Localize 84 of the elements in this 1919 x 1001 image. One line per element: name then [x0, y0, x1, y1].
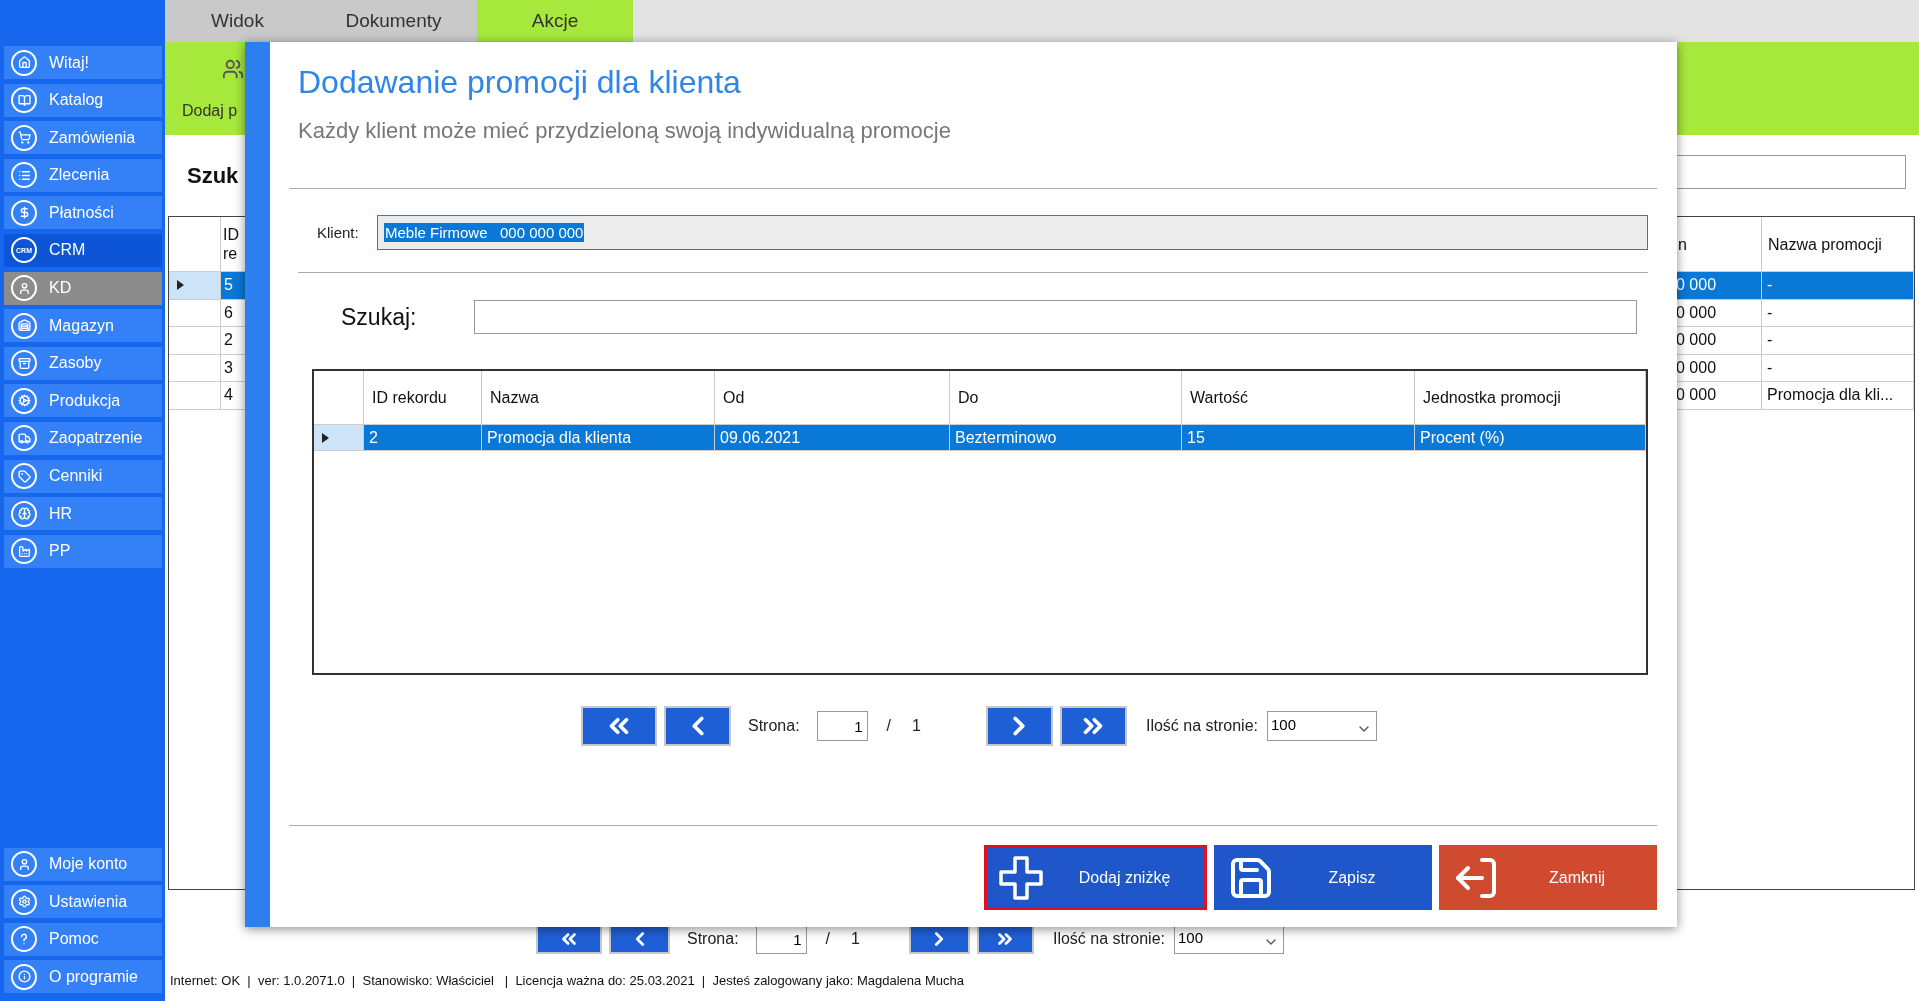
table-cell[interactable]: Promocja dla klienta: [482, 425, 715, 451]
sidebar-item[interactable]: Moje konto: [4, 847, 162, 881]
sidebar-item[interactable]: PP: [4, 534, 162, 568]
sidebar-item[interactable]: Produkcja: [4, 384, 162, 418]
row-pointer-icon: [322, 432, 329, 443]
per-page-label: Ilość na stronie:: [1145, 717, 1258, 735]
book-icon: [11, 87, 37, 114]
dialog-title: Dodawanie promocji dla klienta: [298, 63, 742, 102]
table-cell: 0 000: [1676, 272, 1762, 300]
page-field[interactable]: 1: [816, 711, 868, 741]
per-page-label: Ilość na stronie:: [1052, 930, 1165, 948]
truck-icon: [11, 425, 37, 452]
client-label: Klient:: [317, 224, 360, 241]
table-cell: -: [1762, 327, 1914, 355]
plus-icon: [997, 853, 1045, 902]
sidebar-item[interactable]: O programie: [4, 960, 162, 994]
search-label: Szukaj:: [341, 303, 418, 331]
table-cell[interactable]: 2: [364, 425, 482, 451]
table-cell: 0 000: [1676, 382, 1762, 410]
status-text: Internet: OK | ver: 1.0.2071.0 | Stanowisko: Właściciel | Licencja ważna do: 25.03.2021 | Jesteś zalogowany jako: Magdalena Mucha: [170, 973, 964, 988]
client-field[interactable]: Meble Firmowe 000 000 000: [377, 215, 1648, 250]
menu-tab[interactable]: Akcje: [477, 0, 633, 42]
add-discount-button[interactable]: Dodaj zniżkę: [984, 845, 1207, 910]
sidebar-item[interactable]: Płatności: [4, 196, 162, 230]
sidebar-item[interactable]: Pomoc: [4, 922, 162, 956]
table-cell[interactable]: Bezterminowo: [950, 425, 1182, 451]
page-total: 1: [912, 717, 921, 735]
sidebar-item[interactable]: Zamówienia: [4, 121, 162, 155]
gear-icon: [11, 387, 37, 414]
sidebar-item[interactable]: Cenniki: [4, 459, 162, 493]
list-icon: [11, 162, 37, 189]
settings-icon: [11, 888, 37, 915]
search-field[interactable]: [474, 300, 1637, 334]
page-separator: /: [825, 930, 831, 948]
table-cell: 5: [221, 272, 246, 300]
close-button[interactable]: Zamknij: [1439, 845, 1657, 910]
previous-page-button[interactable]: [664, 706, 731, 746]
table-cell[interactable]: 15: [1182, 425, 1415, 451]
ribbon-action-label[interactable]: Dodaj p: [182, 102, 238, 120]
search-label: Szuk: [187, 162, 239, 189]
dialog-subtitle: Każdy klient może mieć przydzieloną swoją indywidualną promocje: [298, 117, 952, 145]
help-icon: [11, 926, 37, 953]
table-cell[interactable]: 09.06.2021: [715, 425, 950, 451]
page-total: 1: [851, 930, 860, 948]
row-header[interactable]: [169, 272, 221, 300]
cart-icon: [11, 124, 37, 151]
last-page-button[interactable]: [1059, 706, 1127, 746]
sidebar-item[interactable]: Zlecenia: [4, 158, 162, 192]
table-cell: 0 000: [1676, 327, 1762, 355]
table-cell: -: [1762, 299, 1914, 327]
factory-icon: [11, 538, 37, 565]
page-separator: /: [886, 717, 892, 735]
sidebar-item[interactable]: Zasoby: [4, 346, 162, 380]
page-label: Strona:: [748, 717, 800, 735]
sidebar-item[interactable]: Witaj!: [4, 46, 162, 79]
table-cell[interactable]: Procent (%): [1415, 425, 1646, 451]
sidebar-item[interactable]: Katalog: [4, 83, 162, 117]
home-icon: [11, 49, 37, 76]
user-icon: [11, 851, 37, 878]
table-cell: 0 000: [1676, 299, 1762, 327]
table-cell: 0 000: [1676, 354, 1762, 382]
info-icon: [11, 963, 37, 990]
sidebar-item[interactable]: Zaopatrzenie: [4, 421, 162, 455]
per-page-select[interactable]: 100: [1267, 711, 1377, 741]
table-cell: Promocja dla kli...: [1762, 382, 1914, 410]
sidebar-item[interactable]: HR: [4, 497, 162, 531]
first-page-button[interactable]: [581, 706, 657, 746]
warehouse-icon: [11, 312, 37, 339]
next-page-button[interactable]: [985, 706, 1053, 746]
tag-icon: [11, 463, 37, 490]
brain-icon: [11, 500, 37, 527]
sidebar-item[interactable]: Magazyn: [4, 309, 162, 343]
row-header[interactable]: [314, 425, 364, 451]
page-label: Strona:: [687, 930, 739, 948]
menu-tab[interactable]: Widok: [165, 0, 310, 42]
row-pointer-icon: [177, 280, 184, 291]
sidebar-item[interactable]: Ustawienia: [4, 885, 162, 919]
table-cell: -: [1762, 354, 1914, 382]
archive-icon: [11, 350, 37, 377]
table-cell: -: [1762, 272, 1914, 300]
dollar-icon: [11, 199, 37, 226]
save-button[interactable]: Zapisz: [1214, 845, 1432, 910]
menu-tab[interactable]: Dokumenty: [310, 0, 477, 42]
user-icon: [11, 275, 37, 302]
